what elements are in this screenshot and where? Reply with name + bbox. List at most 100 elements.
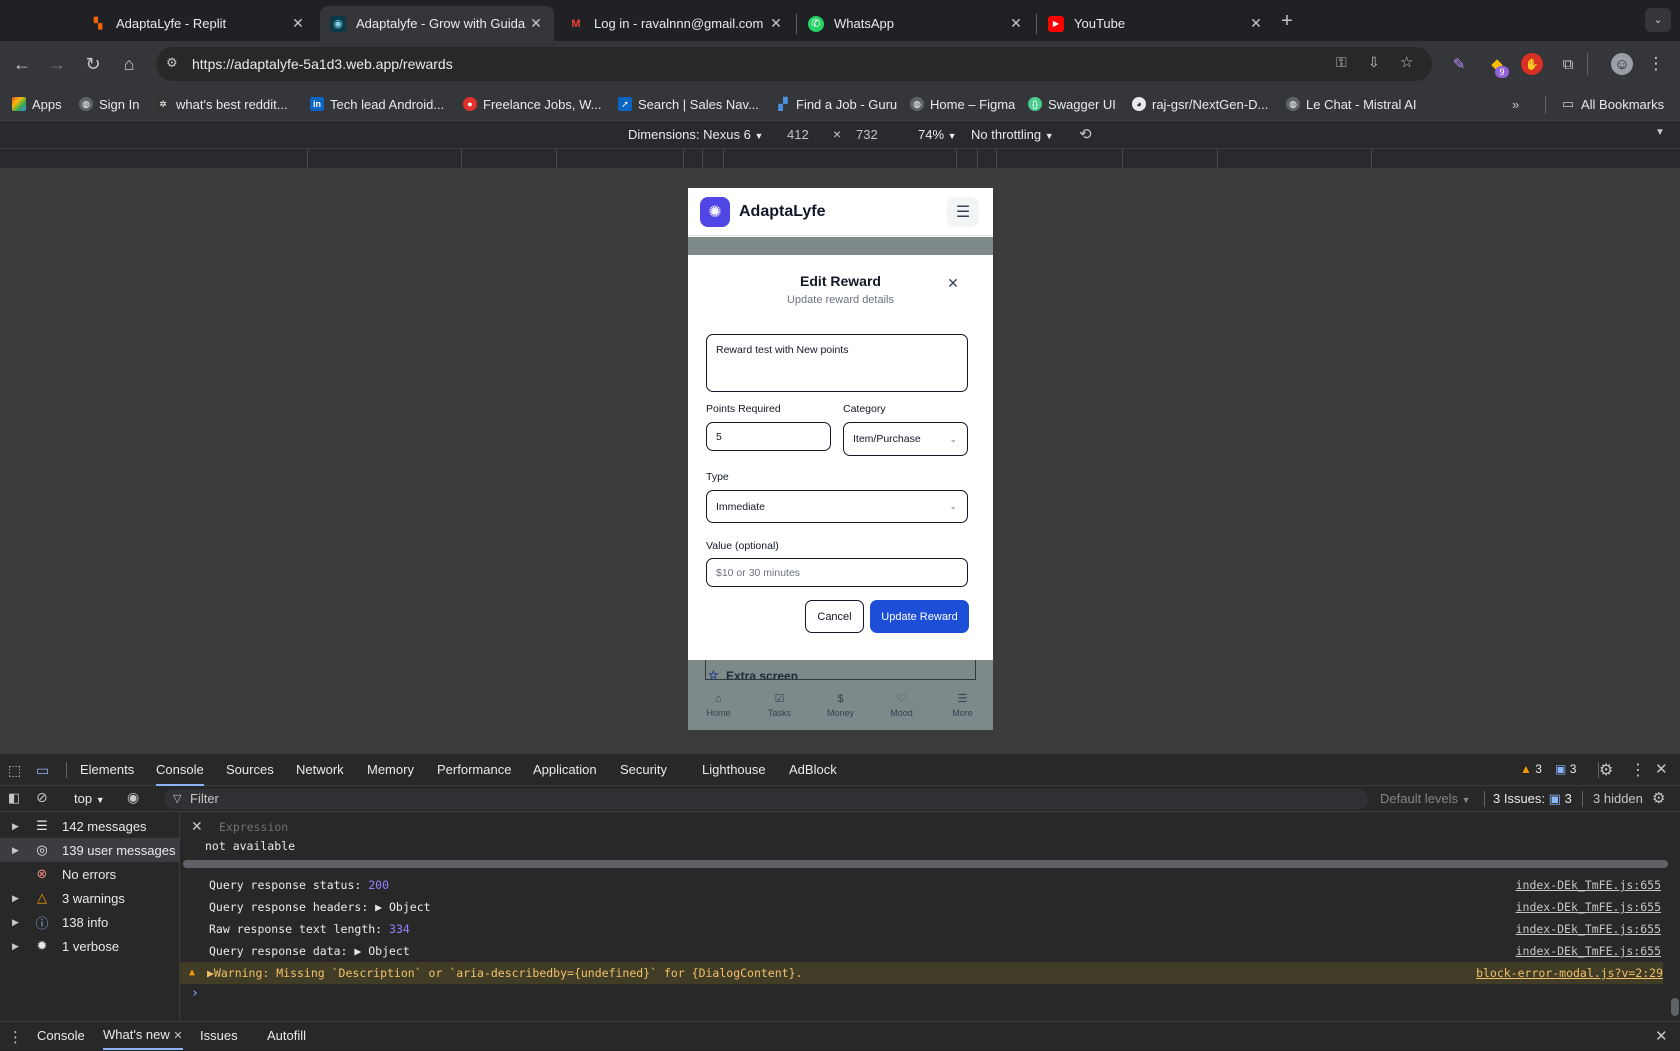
sidebar-info[interactable]: ▶ ⓘ 138 info: [0, 910, 180, 934]
close-tab-icon[interactable]: ✕: [290, 15, 306, 32]
source-link[interactable]: block-error-modal.js?v=2:29: [1476, 962, 1663, 984]
device-toggle-icon[interactable]: ▭: [36, 762, 49, 779]
device-options-icon[interactable]: ▼: [1655, 127, 1665, 138]
issues-link[interactable]: 3 Issues: ▣ 3: [1493, 791, 1572, 807]
dimensions-select[interactable]: Dimensions: Nexus 6 ▼: [628, 127, 763, 142]
profile-avatar[interactable]: ☺: [1611, 53, 1633, 75]
cancel-button[interactable]: Cancel: [805, 600, 864, 633]
type-select[interactable]: Immediate ⌄: [706, 490, 968, 523]
issues-counter[interactable]: ▣ 3: [1555, 762, 1576, 776]
forward-icon[interactable]: →: [44, 51, 70, 77]
tab-adblock[interactable]: AdBlock: [789, 754, 837, 786]
clear-console-icon[interactable]: ⊘: [36, 789, 48, 806]
bookmark-freelance[interactable]: ● Freelance Jobs, W...: [463, 95, 602, 113]
nav-more[interactable]: ☰ More: [938, 692, 988, 718]
home-icon[interactable]: ⌂: [116, 51, 142, 77]
bookmark-github[interactable]: ◕ raj-gsr/NextGen-D...: [1132, 95, 1268, 113]
zoom-select[interactable]: 74% ▼: [918, 127, 957, 142]
browser-tab-adaptalyfe[interactable]: ◉ Adaptalyfe - Grow with Guida ✕: [320, 6, 554, 41]
context-select[interactable]: top ▼: [74, 791, 105, 806]
tab-memory[interactable]: Memory: [367, 754, 414, 786]
bookmark-reddit[interactable]: ✲ what's best reddit...: [156, 95, 288, 113]
extensions-puzzle-icon[interactable]: ⧉: [1557, 53, 1579, 75]
reward-description-textarea[interactable]: Reward test with New points: [706, 334, 968, 392]
all-bookmarks-folder[interactable]: ▭ All Bookmarks: [1561, 95, 1664, 113]
nav-tasks[interactable]: ☑ Tasks: [755, 692, 805, 718]
install-app-icon[interactable]: ⇩: [1368, 54, 1380, 71]
bookmark-swagger[interactable]: {} Swagger UI: [1028, 95, 1116, 113]
more-menu-icon[interactable]: ⋮: [1645, 53, 1667, 75]
browser-tab-whatsapp[interactable]: ✆ WhatsApp ✕: [798, 6, 1034, 41]
tab-sources[interactable]: Sources: [226, 754, 274, 786]
pen-extension-icon[interactable]: ✎: [1448, 53, 1470, 75]
password-key-icon[interactable]: ⚿: [1336, 54, 1347, 71]
drawer-menu-icon[interactable]: ⋮: [8, 1028, 23, 1046]
bookmark-apps[interactable]: Apps: [12, 95, 62, 113]
tab-elements[interactable]: Elements: [80, 754, 134, 786]
sidebar-verbose[interactable]: ▶ ✹ 1 verbose: [0, 934, 180, 958]
sidebar-errors[interactable]: ⊗ No errors: [0, 862, 180, 886]
rotate-icon[interactable]: ⟲: [1079, 125, 1092, 143]
default-levels-select[interactable]: Default levels ▼: [1380, 791, 1471, 806]
horizontal-scrollbar[interactable]: [183, 860, 1668, 868]
inspect-element-icon[interactable]: ⬚: [8, 762, 21, 779]
tab-network[interactable]: Network: [296, 754, 344, 786]
site-settings-icon[interactable]: ⚙: [166, 55, 178, 71]
drawer-tab-autofill[interactable]: Autofill: [267, 1022, 306, 1050]
browser-tab-gmail[interactable]: M Log in - ravalnnn@gmail.com ✕: [558, 6, 794, 41]
close-tab-icon[interactable]: ✕: [528, 15, 544, 32]
adblock-icon[interactable]: ✋: [1521, 53, 1543, 75]
close-tab-icon[interactable]: ✕: [768, 15, 784, 32]
bookmark-guru[interactable]: ▞ Find a Job - Guru: [776, 95, 897, 113]
nav-mood[interactable]: ♡ Mood: [877, 692, 927, 718]
bookmarks-overflow-icon[interactable]: »: [1512, 95, 1519, 113]
bookmark-figma[interactable]: ◍ Home – Figma: [910, 95, 1015, 113]
value-input[interactable]: $10 or 30 minutes: [706, 558, 968, 587]
nav-money[interactable]: $ Money: [816, 693, 866, 718]
back-icon[interactable]: ←: [9, 51, 35, 77]
sidebar-user-messages[interactable]: ▶ ◎ 139 user messages: [0, 838, 180, 862]
hamburger-menu-icon[interactable]: ☰: [947, 197, 979, 227]
drawer-tab-whats-new[interactable]: What's new ✕: [103, 1022, 183, 1050]
address-bar[interactable]: ⚙ https://adaptalyfe-5a1d3.web.app/rewar…: [156, 47, 1432, 81]
live-expression-input[interactable]: Expression: [219, 820, 288, 834]
vertical-scrollbar[interactable]: [1671, 998, 1679, 1016]
close-devtools-icon[interactable]: ✕: [1655, 760, 1668, 778]
warnings-counter[interactable]: ▲ 3: [1520, 762, 1542, 776]
category-select[interactable]: Item/Purchase ⌄: [843, 422, 968, 456]
settings-gear-icon[interactable]: ⚙: [1599, 760, 1613, 780]
console-settings-icon[interactable]: ⚙: [1652, 789, 1665, 807]
tab-console[interactable]: Console: [156, 754, 204, 786]
points-required-input[interactable]: 5: [706, 422, 831, 451]
tab-performance[interactable]: Performance: [437, 754, 511, 786]
close-icon[interactable]: ✕: [945, 275, 961, 291]
throttling-select[interactable]: No throttling ▼: [971, 127, 1054, 142]
close-drawer-icon[interactable]: ✕: [1655, 1027, 1668, 1045]
device-width-input[interactable]: 412: [787, 127, 809, 142]
bookmark-star-icon[interactable]: ☆: [1400, 53, 1413, 71]
bookmark-linkedin[interactable]: in Tech lead Android...: [310, 95, 444, 113]
drawer-tab-issues[interactable]: Issues: [200, 1022, 238, 1050]
close-tab-icon[interactable]: ✕: [1248, 15, 1264, 32]
device-height-input[interactable]: 732: [856, 127, 878, 142]
tab-lighthouse[interactable]: Lighthouse: [702, 754, 766, 786]
remove-expression-icon[interactable]: ✕: [191, 818, 203, 835]
nav-home[interactable]: ⌂ Home: [694, 693, 744, 718]
close-tab-icon[interactable]: ✕: [1008, 15, 1024, 32]
update-reward-button[interactable]: Update Reward: [870, 600, 969, 633]
source-link[interactable]: index-DEk_TmFE.js:655: [1516, 896, 1661, 918]
url-text[interactable]: https://adaptalyfe-5a1d3.web.app/rewards: [192, 56, 453, 72]
bookmark-sales-nav[interactable]: ➚ Search | Sales Nav...: [618, 95, 759, 113]
source-link[interactable]: index-DEk_TmFE.js:655: [1516, 940, 1661, 962]
tab-application[interactable]: Application: [533, 754, 597, 786]
eye-icon[interactable]: ◉: [127, 789, 139, 806]
modal-backdrop-bottom[interactable]: ☆ Extra screen ⌂ Home ☑ Tasks $ Money ♡ Mood …: [688, 660, 993, 730]
sidebar-toggle-icon[interactable]: ◧: [8, 790, 20, 806]
tab-security[interactable]: Security: [620, 754, 667, 786]
browser-tab-youtube[interactable]: ▶ YouTube ✕: [1038, 6, 1274, 41]
modal-backdrop[interactable]: [688, 237, 993, 255]
source-link[interactable]: index-DEk_TmFE.js:655: [1516, 874, 1661, 896]
tab-search-button[interactable]: ⌄: [1645, 8, 1671, 32]
bookmark-sign-in[interactable]: ◍ Sign In: [79, 95, 139, 113]
drawer-tab-console[interactable]: Console: [37, 1022, 85, 1050]
